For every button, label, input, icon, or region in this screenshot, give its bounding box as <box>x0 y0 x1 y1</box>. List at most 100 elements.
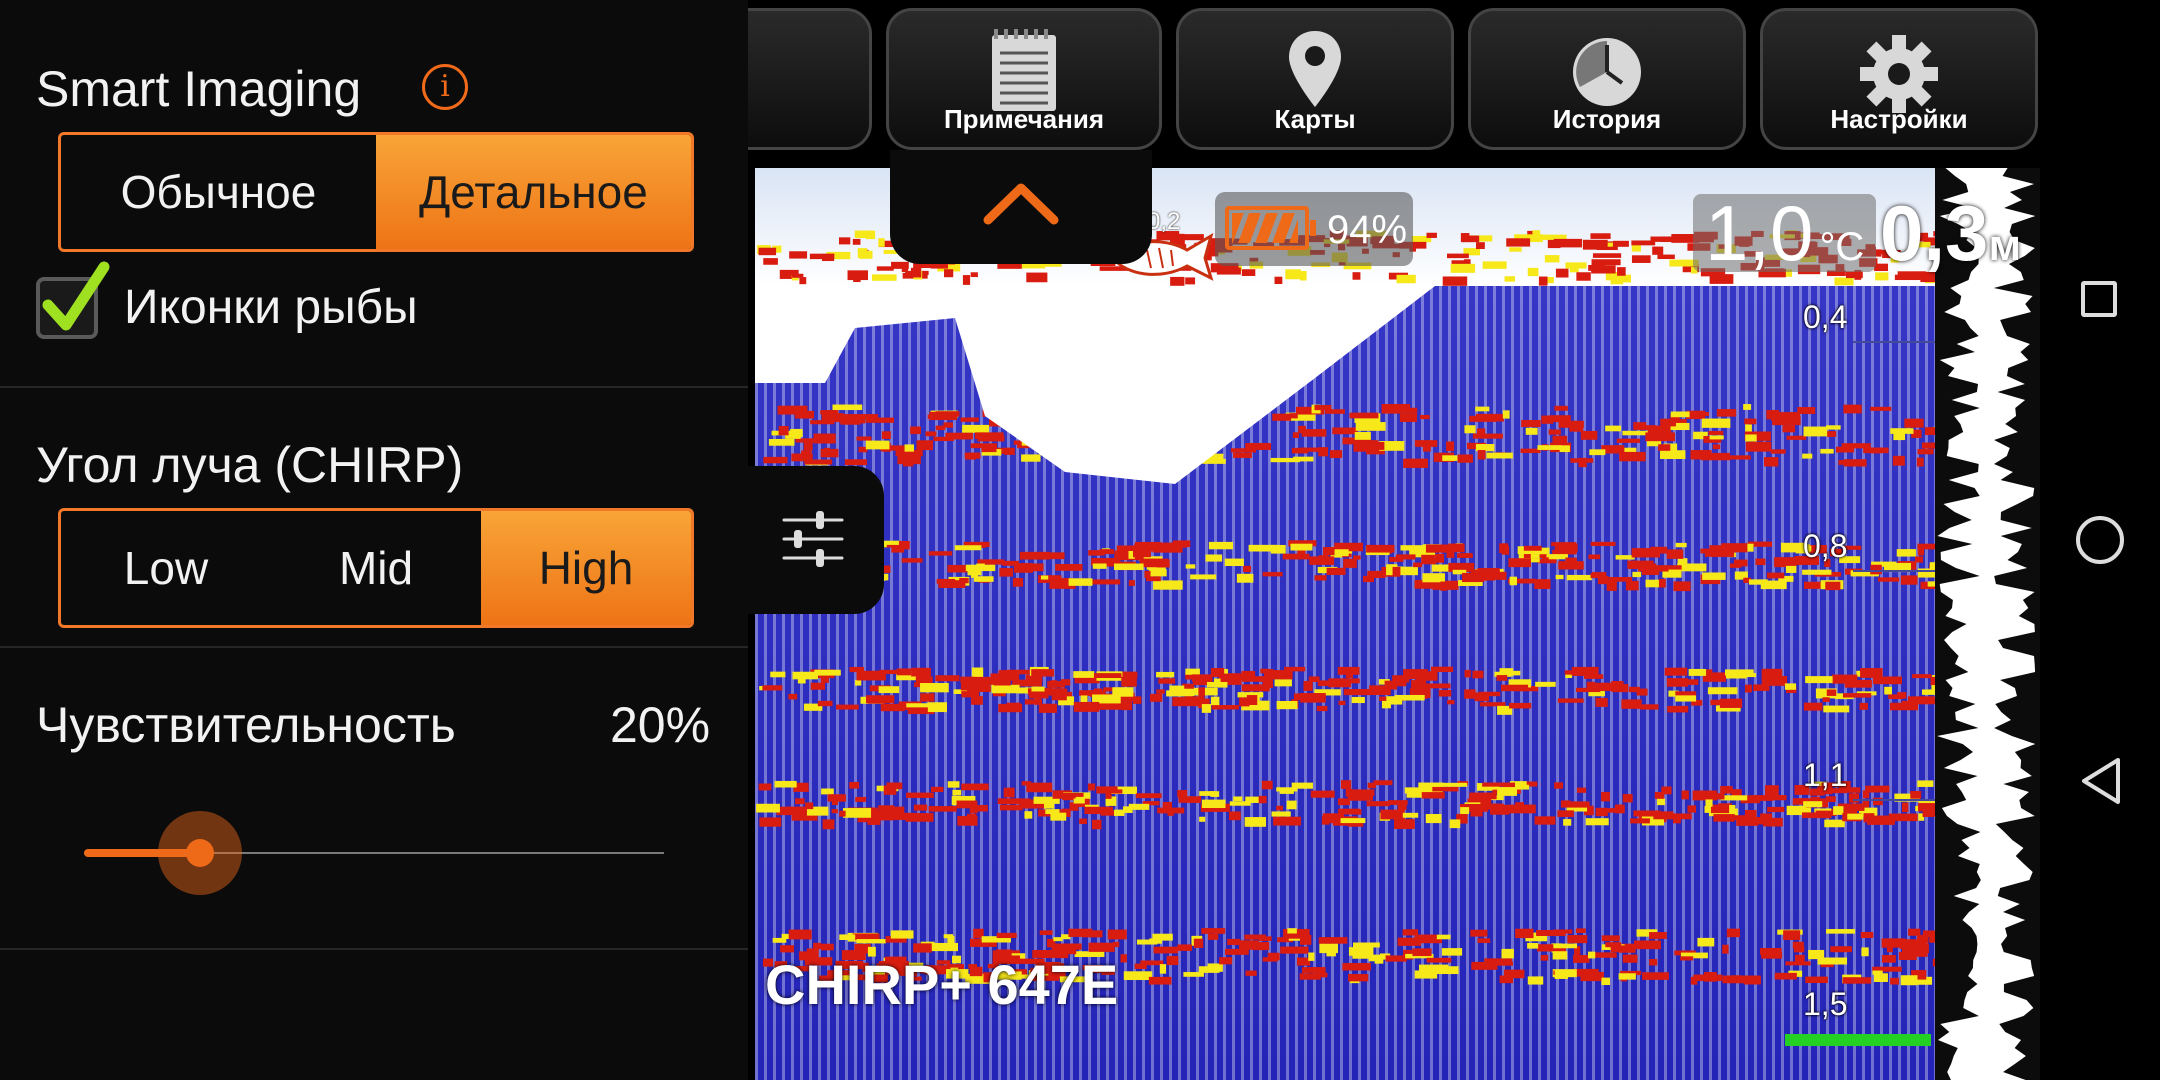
sonar-return <box>1843 404 1862 414</box>
sonar-return <box>1396 274 1416 284</box>
sonar-return <box>1765 785 1779 796</box>
menu-settings-button[interactable]: Настройки <box>1760 8 2038 150</box>
sonar-return <box>1229 801 1251 806</box>
sonar-return <box>1657 254 1675 260</box>
sonar-return <box>1618 973 1636 980</box>
slider-thumb[interactable] <box>186 839 214 867</box>
sonar-return <box>1509 702 1532 709</box>
sonar-return <box>1803 801 1823 808</box>
sonar-return <box>1345 670 1354 678</box>
sonar-return <box>1258 795 1267 804</box>
sonar-return <box>1438 689 1452 697</box>
sonar-return <box>1636 688 1648 696</box>
sonar-return <box>977 435 1005 442</box>
sonar-return <box>1355 422 1386 431</box>
sonar-return <box>1245 970 1257 976</box>
sonar-return <box>856 670 886 681</box>
option-mid[interactable]: Mid <box>271 511 481 625</box>
sonar-return <box>1469 415 1497 422</box>
sonar-return <box>1188 796 1202 803</box>
fish-icons-checkbox[interactable] <box>36 261 110 339</box>
sonar-return <box>1834 277 1854 286</box>
sonar-return <box>1825 929 1856 934</box>
sonar-return <box>1210 696 1220 706</box>
sonar-return <box>794 410 815 419</box>
sonar-return <box>1314 405 1332 411</box>
sonar-return <box>1690 976 1698 985</box>
option-high[interactable]: High <box>481 511 691 625</box>
sonar-return <box>1893 432 1906 441</box>
sonar-return <box>1415 671 1438 681</box>
sonar-return <box>1436 934 1451 940</box>
sonar-return <box>901 558 923 563</box>
option-detailed[interactable]: Детальное <box>376 135 691 249</box>
info-icon[interactable]: i <box>422 64 468 110</box>
recent-apps-icon[interactable] <box>2081 281 2117 317</box>
sonar-return <box>1241 670 1256 680</box>
back-icon[interactable] <box>2078 756 2124 806</box>
sonar-return <box>1199 791 1215 796</box>
sonar-return <box>1825 581 1841 591</box>
sonar-return <box>1166 955 1179 966</box>
sonar-return <box>1486 452 1513 459</box>
home-icon[interactable] <box>2076 516 2124 564</box>
sonar-return <box>1270 457 1300 463</box>
sonar-return <box>1004 447 1015 455</box>
sonar-return <box>1924 427 1935 436</box>
sonar-return <box>1050 812 1067 821</box>
sonar-return <box>1576 787 1587 793</box>
sonar-return <box>856 939 886 944</box>
sonar-return <box>795 798 805 805</box>
sonar-return <box>832 404 863 411</box>
sonar-return <box>823 447 831 458</box>
sonar-return <box>1616 438 1640 443</box>
sonar-return <box>1552 951 1568 960</box>
sonar-return <box>1527 976 1544 985</box>
sonar-return <box>1878 577 1900 582</box>
sonar-return <box>1019 551 1050 560</box>
sonar-return <box>1726 928 1741 938</box>
sonar-return <box>1350 678 1360 684</box>
sonar-return <box>1002 560 1019 566</box>
sonar-return <box>1841 443 1871 449</box>
sonar-return <box>1243 565 1251 573</box>
sonar-return <box>916 440 934 451</box>
sonar-return <box>1293 693 1324 700</box>
menu-label: Примечания <box>943 104 1104 134</box>
sonar-return <box>1464 425 1476 434</box>
option-normal[interactable]: Обычное <box>61 135 376 249</box>
sonar-return <box>1125 972 1139 979</box>
sonar-return <box>1593 952 1617 958</box>
option-low[interactable]: Low <box>61 511 271 625</box>
sonar-return <box>1910 791 1922 799</box>
collapse-menu-button[interactable] <box>890 150 1152 264</box>
sonar-display[interactable]: 0,4 0,8 1,1 1,5 0,2 94% CHIRP+ 647E <box>755 168 1935 1080</box>
sonar-return <box>840 419 861 425</box>
sonar-return <box>973 677 989 688</box>
menu-notes-button[interactable]: Примечания <box>886 8 1162 150</box>
sonar-return <box>1590 573 1606 579</box>
sonar-return <box>971 667 984 678</box>
sonar-return <box>1449 819 1461 829</box>
menu-history-button[interactable]: История <box>1468 8 1746 150</box>
sonar-return <box>809 253 835 260</box>
sonar-return <box>1924 698 1935 704</box>
sonar-return <box>805 802 814 810</box>
sonar-return <box>1613 240 1629 247</box>
sonar-return <box>1745 684 1752 693</box>
sonar-return <box>1755 558 1766 566</box>
sonar-return <box>1057 792 1084 797</box>
sonar-return <box>1554 782 1563 789</box>
sonar-return <box>1107 929 1127 940</box>
sonar-return <box>1875 677 1884 684</box>
menu-maps-button[interactable]: Карты <box>1176 8 1454 150</box>
sonar-return <box>756 803 780 813</box>
sonar-return <box>1338 700 1346 706</box>
sonar-return <box>867 818 881 825</box>
sonar-return <box>1892 455 1905 466</box>
filter-tab-button[interactable] <box>748 466 884 614</box>
sonar-return <box>1743 975 1761 985</box>
sonar-return <box>1560 801 1590 808</box>
sonar-return <box>1805 676 1833 684</box>
sonar-return <box>1419 414 1430 420</box>
